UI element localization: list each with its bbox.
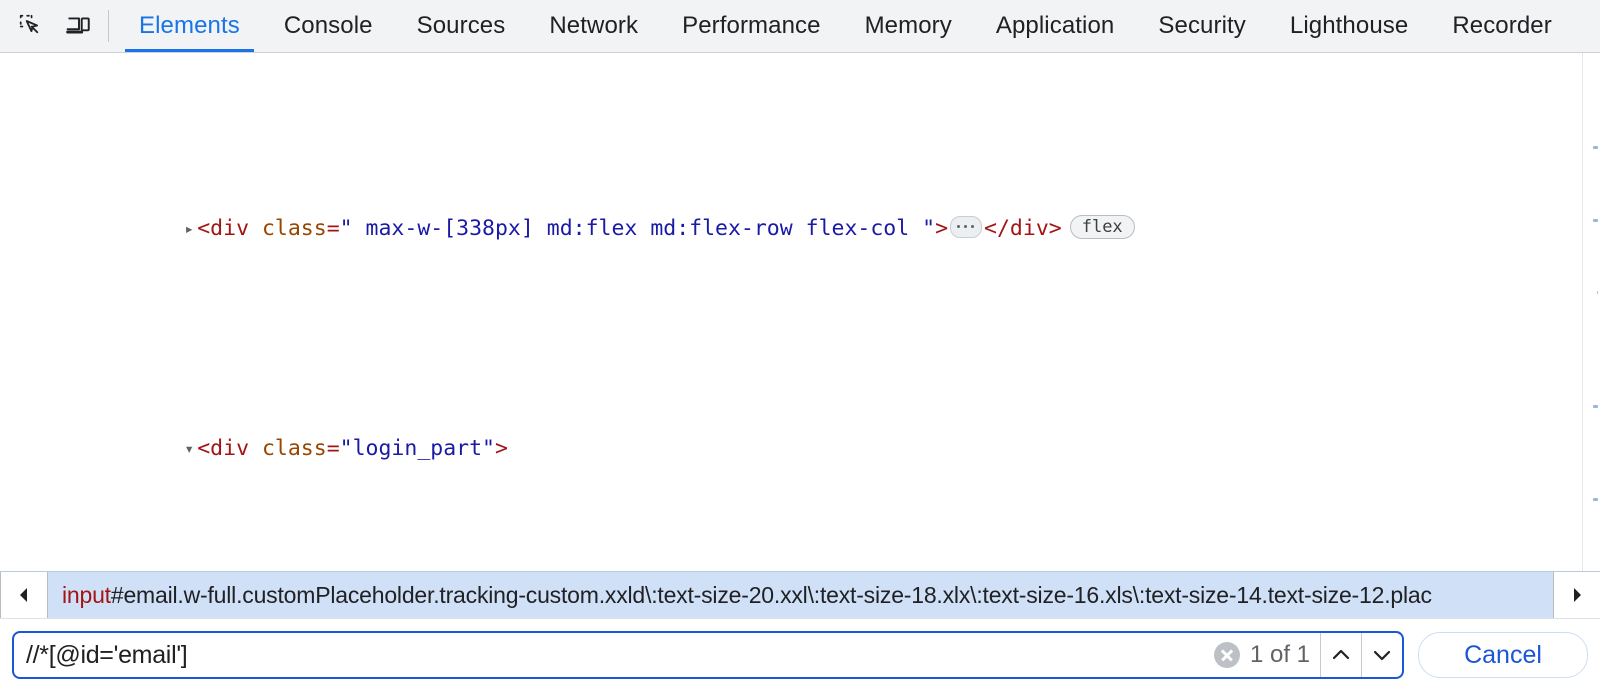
clear-search-icon[interactable] xyxy=(1213,642,1240,668)
tab-console-label: Console xyxy=(283,12,373,39)
elements-search-bar: 1 of 1 Cancel xyxy=(0,618,1600,691)
tab-performance[interactable]: Performance xyxy=(660,0,843,52)
search-result-tick xyxy=(1593,405,1598,409)
devtools-window: Elements Console Sources Network Perform… xyxy=(0,0,1600,691)
cancel-search-label: Cancel xyxy=(1464,640,1542,669)
panel-tabs: Elements Console Sources Network Perform… xyxy=(117,0,1574,52)
dom-tag-close: </div> xyxy=(984,215,1062,241)
breadcrumb-scroll-left-button[interactable] xyxy=(0,572,48,618)
search-result-tick xyxy=(1593,498,1598,502)
breadcrumb[interactable]: input #email.w-full.customPlaceholder.tra… xyxy=(48,572,1553,618)
scrollbar-thumb[interactable] xyxy=(1586,229,1597,364)
breadcrumb-scroll-right-button[interactable] xyxy=(1553,572,1600,618)
search-previous-button[interactable] xyxy=(1320,633,1361,677)
search-next-button[interactable] xyxy=(1361,633,1402,677)
tab-security[interactable]: Security xyxy=(1136,0,1268,52)
breadcrumb-tag: input xyxy=(62,581,111,608)
search-input[interactable] xyxy=(14,633,1214,677)
chevron-right-icon xyxy=(1574,588,1581,602)
elements-tree-pane: ▸ <div class=" max-w-[338px] md:flex md:f… xyxy=(0,53,1600,571)
tab-recorder-label: Recorder xyxy=(1452,12,1552,39)
toolbar-icon-group xyxy=(0,0,98,52)
search-field-wrapper[interactable]: 1 of 1 xyxy=(12,631,1404,679)
dom-tree: ▸ <div class=" max-w-[338px] md:flex md:f… xyxy=(0,53,1583,571)
flex-badge[interactable]: flex xyxy=(1069,214,1135,239)
tab-network[interactable]: Network xyxy=(527,0,660,52)
collapsed-children-icon[interactable] xyxy=(950,215,983,238)
search-match-count: 1 of 1 xyxy=(1249,641,1310,668)
tab-recorder[interactable]: Recorder xyxy=(1430,0,1574,52)
expand-triangle-icon[interactable]: ▸ xyxy=(181,213,197,245)
dom-attr-value: " max-w-[338px] md:flex md:flex-row flex… xyxy=(339,215,936,241)
chevron-down-icon xyxy=(1373,650,1391,661)
dom-node-row[interactable]: ▸ <div class=" max-w-[338px] md:flex md:f… xyxy=(0,181,1583,276)
dom-tag-gt: > xyxy=(495,436,508,461)
tab-sources[interactable]: Sources xyxy=(395,0,528,52)
dom-breadcrumb-bar: input #email.w-full.customPlaceholder.tra… xyxy=(0,571,1600,618)
devtools-tabbar: Elements Console Sources Network Perform… xyxy=(0,0,1600,53)
tab-application-label: Application xyxy=(995,12,1115,39)
chevron-left-icon xyxy=(20,588,27,602)
tab-elements-label: Elements xyxy=(139,12,240,39)
tab-lighthouse-label: Lighthouse xyxy=(1289,12,1409,39)
search-result-tick xyxy=(1593,146,1598,150)
tab-performance-label: Performance xyxy=(682,12,821,39)
inspect-element-icon[interactable] xyxy=(12,7,50,45)
tab-memory[interactable]: Memory xyxy=(843,0,974,52)
tab-sources-label: Sources xyxy=(416,12,506,39)
device-toolbar-icon[interactable] xyxy=(60,7,98,45)
dom-tag-gt: > xyxy=(935,215,949,241)
tab-network-label: Network xyxy=(549,12,639,39)
tab-console[interactable]: Console xyxy=(262,0,395,52)
dom-tag-open: <div xyxy=(197,215,250,241)
collapse-triangle-icon[interactable]: ▾ xyxy=(181,433,197,465)
dom-tag-open: <div xyxy=(197,436,250,461)
tab-memory-label: Memory xyxy=(864,12,952,39)
dom-node-row[interactable]: ▾ <div class="login_part"> xyxy=(0,402,1583,497)
tab-elements[interactable]: Elements xyxy=(117,0,262,52)
tab-security-label: Security xyxy=(1158,12,1246,39)
dom-attr-name: class xyxy=(261,436,327,461)
tab-application[interactable]: Application xyxy=(974,0,1137,52)
toolbar-divider xyxy=(108,10,109,42)
dom-attr-name: class xyxy=(261,215,327,241)
tree-vertical-scrollbar[interactable] xyxy=(1582,53,1600,571)
search-result-tick xyxy=(1593,218,1598,222)
cancel-search-button[interactable]: Cancel xyxy=(1418,632,1588,678)
breadcrumb-selector: #email.w-full.customPlaceholder.tracking… xyxy=(110,581,1432,608)
tab-lighthouse[interactable]: Lighthouse xyxy=(1268,0,1430,52)
chevron-up-icon xyxy=(1332,649,1350,660)
dom-attr-value: "login_part" xyxy=(339,436,495,461)
